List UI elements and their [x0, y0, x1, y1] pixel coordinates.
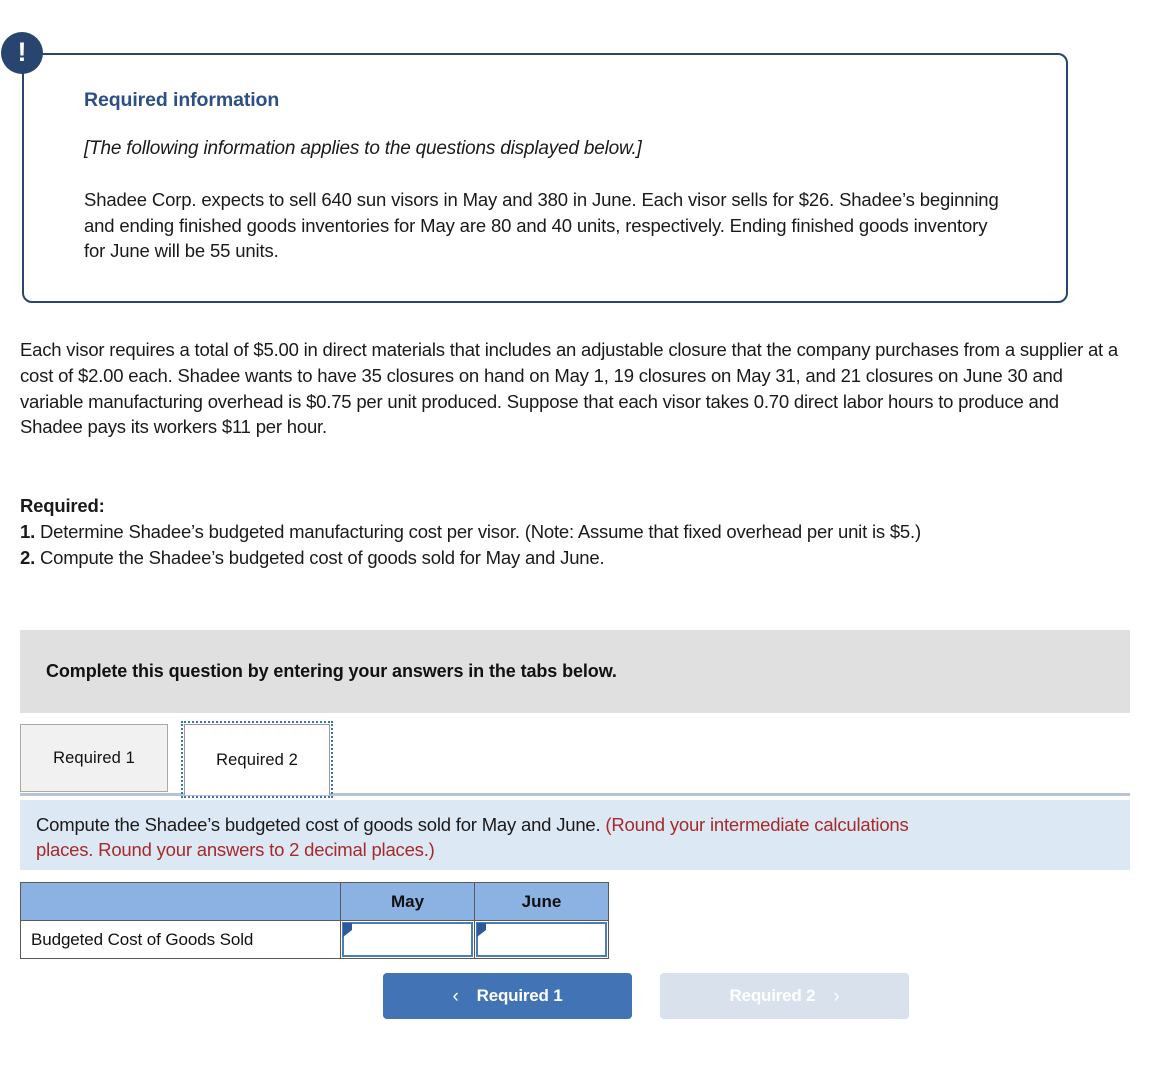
required-item-1: 1. Determine Shadee’s budgeted manufactu…: [20, 519, 1120, 545]
tab-required-2[interactable]: Required 2: [184, 724, 330, 795]
june-input[interactable]: [478, 924, 605, 955]
required-section: Required: 1. Determine Shadee’s budgeted…: [20, 493, 1120, 570]
tab-required-2-label: Required 2: [216, 750, 298, 769]
callout-body-text: Shadee Corp. expects to sell 640 sun vis…: [84, 189, 999, 261]
table-header-june: June: [474, 882, 609, 921]
callout-italic-note: [The following information applies to th…: [84, 138, 642, 159]
cell-may[interactable]: [340, 920, 475, 959]
question-panel-text: Compute the Shadee’s budgeted cost of go…: [36, 812, 1130, 862]
table-header-blank: [20, 882, 341, 921]
cell-marker-icon: [343, 923, 352, 937]
cell-marker-icon: [477, 923, 486, 937]
required-item-2: 2. Compute the Shadee’s budgeted cost of…: [20, 545, 1120, 571]
next-required-2-button[interactable]: Required 2 ›: [660, 973, 909, 1019]
callout-content: Required information [The following info…: [22, 53, 1068, 264]
question-rounding-note-line-2: places. Round your answers to 2 decimal …: [36, 839, 435, 860]
required-item-1-text: Determine Shadee’s budgeted manufacturin…: [35, 520, 921, 542]
cell-june[interactable]: [474, 920, 609, 959]
instruction-bar: Complete this question by entering your …: [20, 630, 1130, 713]
required-item-2-number: 2.: [20, 546, 36, 568]
prev-required-1-label: Required 1: [476, 986, 563, 1005]
exclamation-icon: !: [1, 32, 43, 74]
instruction-bar-text: Complete this question by entering your …: [46, 661, 617, 681]
tab-required-1-label: Required 1: [53, 748, 135, 767]
question-rounding-note-line-1: (Round your intermediate calculations: [605, 814, 909, 835]
chevron-left-icon: ‹: [452, 985, 459, 1007]
next-required-2-label: Required 2: [729, 986, 816, 1005]
may-input[interactable]: [344, 924, 471, 955]
tab-bar: Required 1 Required 2: [20, 721, 1130, 798]
chevron-right-icon: ›: [833, 985, 840, 1007]
required-item-1-number: 1.: [20, 520, 36, 542]
tab-required-1[interactable]: Required 1: [20, 724, 168, 792]
required-item-2-text: Compute the Shadee’s budgeted cost of go…: [35, 546, 605, 568]
prev-required-1-button[interactable]: ‹ Required 1: [383, 973, 632, 1019]
problem-description-paragraph: Each visor requires a total of $5.00 in …: [20, 339, 1119, 438]
required-information-callout: ! Required information [The following in…: [1, 32, 1068, 303]
table-header-row: May June: [20, 882, 609, 921]
table-header-may: May: [340, 882, 475, 921]
navigation-buttons: ‹ Required 1 Required 2 ›: [383, 973, 913, 1019]
question-panel: Compute the Shadee’s budgeted cost of go…: [20, 800, 1130, 870]
required-heading: Required:: [20, 495, 105, 516]
callout-title: Required information: [84, 89, 280, 111]
budgeted-cogs-table: May June Budgeted Cost of Goods Sold: [20, 882, 609, 959]
question-panel-line-1: Compute the Shadee’s budgeted cost of go…: [36, 812, 1130, 837]
question-prompt: Compute the Shadee’s budgeted cost of go…: [36, 814, 606, 835]
row-label-budgeted-cogs: Budgeted Cost of Goods Sold: [20, 920, 341, 959]
table-row: Budgeted Cost of Goods Sold: [20, 920, 609, 959]
